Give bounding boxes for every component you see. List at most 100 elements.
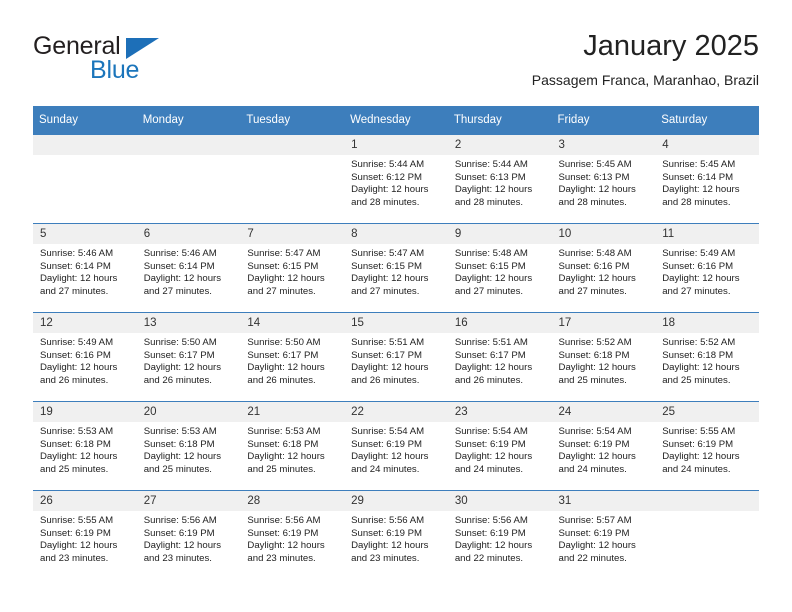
daylight-line-2: and 24 minutes. — [454, 464, 524, 476]
sunset-time: Sunset: 6:19 PM — [454, 438, 526, 450]
page-header: General Blue January 2025 Passagem Franc… — [33, 28, 759, 98]
calendar-day-cell[interactable]: 8 Sunrise: 5:47 AM Sunset: 6:15 PM Daylight… — [344, 223, 448, 313]
daylight-line-1: Daylight: 12 hours — [143, 362, 222, 374]
sunrise-time: Sunrise: 5:46 AM — [40, 248, 114, 259]
calendar-day-cell[interactable]: 4 Sunrise: 5:45 AM Sunset: 6:14 PM Daylight… — [655, 134, 759, 224]
calendar-day-cell[interactable]: 26 Sunrise: 5:55 AM Sunset: 6:19 PM Dayligh… — [33, 490, 137, 579]
day-number: 16 — [447, 313, 552, 333]
sunset-time: Sunset: 6:19 PM — [558, 527, 630, 539]
calendar-day-cell[interactable]: 16 Sunrise: 5:51 AM Sunset: 6:17 PM Dayligh… — [447, 312, 552, 402]
day-details: Sunrise: 5:50 AM Sunset: 6:17 PM Daylight:… — [240, 333, 344, 388]
calendar-day-cell[interactable]: 30 Sunrise: 5:56 AM Sunset: 6:19 PM Dayligh… — [447, 490, 552, 579]
calendar-day-cell[interactable]: 25 Sunrise: 5:55 AM Sunset: 6:19 PM Dayligh… — [655, 401, 759, 491]
sunset-time: Sunset: 6:17 PM — [143, 349, 215, 361]
daylight-line-2: and 23 minutes. — [351, 553, 420, 565]
calendar-page: General Blue January 2025 Passagem Franc… — [0, 0, 792, 612]
sunrise-time: Sunrise: 5:47 AM — [247, 248, 321, 259]
sunset-time: Sunset: 6:16 PM — [662, 260, 734, 272]
page-subtitle: Passagem Franca, Maranhao, Brazil — [531, 72, 759, 88]
sunrise-time: Sunrise: 5:54 AM — [454, 426, 528, 437]
daylight-line-2: and 25 minutes. — [40, 464, 109, 476]
sunrise-time: Sunrise: 5:50 AM — [143, 337, 217, 348]
day-number: 15 — [344, 313, 448, 333]
day-details: Sunrise: 5:51 AM Sunset: 6:17 PM Daylight:… — [448, 333, 552, 388]
daylight-line-1: Daylight: 12 hours — [662, 362, 740, 374]
daylight-line-2: and 27 minutes. — [40, 286, 109, 298]
day-number: 13 — [136, 313, 241, 333]
sunrise-time: Sunrise: 5:55 AM — [662, 426, 736, 437]
weekday-header-sunday: Sunday — [33, 106, 137, 135]
day-details: Sunrise: 5:46 AM Sunset: 6:14 PM Daylight:… — [33, 244, 137, 299]
sunrise-time: Sunrise: 5:53 AM — [247, 426, 321, 437]
sunrise-time: Sunrise: 5:48 AM — [558, 248, 632, 259]
day-details: Sunrise: 5:57 AM Sunset: 6:19 PM Daylight:… — [552, 511, 656, 566]
calendar-day-cell[interactable]: 17 Sunrise: 5:52 AM Sunset: 6:18 PM Dayligh… — [551, 312, 656, 402]
calendar-day-cell[interactable]: 20 Sunrise: 5:53 AM Sunset: 6:18 PM Dayligh… — [136, 401, 241, 491]
day-details: Sunrise: 5:49 AM Sunset: 6:16 PM Daylight:… — [33, 333, 137, 388]
sunset-time: Sunset: 6:19 PM — [40, 527, 111, 539]
calendar-day-cell[interactable]: 14 Sunrise: 5:50 AM Sunset: 6:17 PM Dayligh… — [240, 312, 345, 402]
day-details: Sunrise: 5:53 AM Sunset: 6:18 PM Daylight:… — [33, 422, 137, 477]
sunrise-time: Sunrise: 5:49 AM — [40, 337, 114, 348]
sunrise-time: Sunrise: 5:57 AM — [558, 515, 632, 526]
calendar-day-cell[interactable]: 23 Sunrise: 5:54 AM Sunset: 6:19 PM Dayligh… — [447, 401, 552, 491]
calendar-day-cell[interactable]: 13 Sunrise: 5:50 AM Sunset: 6:17 PM Dayligh… — [136, 312, 241, 402]
day-number: 3 — [551, 135, 656, 155]
daylight-line-1: Daylight: 12 hours — [143, 273, 222, 285]
sunrise-time: Sunrise: 5:44 AM — [454, 159, 528, 170]
sunrise-time: Sunrise: 5:56 AM — [247, 515, 321, 526]
daylight-line-1: Daylight: 12 hours — [351, 540, 429, 552]
calendar-day-cell[interactable]: 31 Sunrise: 5:57 AM Sunset: 6:19 PM Dayligh… — [551, 490, 656, 579]
daylight-line-1: Daylight: 12 hours — [143, 540, 222, 552]
daylight-line-1: Daylight: 12 hours — [247, 362, 325, 374]
day-details: Sunrise: 5:44 AM Sunset: 6:13 PM Daylight:… — [448, 155, 552, 210]
calendar-day-cell[interactable]: 15 Sunrise: 5:51 AM Sunset: 6:17 PM Dayligh… — [344, 312, 448, 402]
day-details: Sunrise: 5:55 AM Sunset: 6:19 PM Daylight:… — [655, 422, 759, 477]
day-details: Sunrise: 5:46 AM Sunset: 6:14 PM Daylight:… — [137, 244, 241, 299]
calendar-day-cell[interactable]: 24 Sunrise: 5:54 AM Sunset: 6:19 PM Dayligh… — [551, 401, 656, 491]
daylight-line-2: and 25 minutes. — [143, 464, 212, 476]
general-blue-logo[interactable]: General Blue — [33, 32, 263, 94]
calendar-day-cell[interactable]: 3 Sunrise: 5:45 AM Sunset: 6:13 PM Daylight… — [551, 134, 656, 224]
calendar-day-cell[interactable]: 5 Sunrise: 5:46 AM Sunset: 6:14 PM Daylight… — [33, 223, 137, 313]
calendar-day-cell-empty — [136, 134, 241, 224]
sunset-time: Sunset: 6:16 PM — [558, 260, 630, 272]
calendar-day-cell[interactable]: 12 Sunrise: 5:49 AM Sunset: 6:16 PM Dayligh… — [33, 312, 137, 402]
weekday-header-row: Sunday Monday Tuesday Wednesday Thursday Frid… — [33, 106, 759, 135]
sunset-time: Sunset: 6:18 PM — [40, 438, 111, 450]
calendar-day-cell[interactable]: 2 Sunrise: 5:44 AM Sunset: 6:13 PM Daylight… — [447, 134, 552, 224]
weekday-header-tuesday: Tuesday — [240, 106, 345, 135]
calendar-day-cell[interactable]: 1 Sunrise: 5:44 AM Sunset: 6:12 PM Daylight… — [344, 134, 448, 224]
calendar-day-cell[interactable]: 19 Sunrise: 5:53 AM Sunset: 6:18 PM Dayligh… — [33, 401, 137, 491]
sunset-time: Sunset: 6:15 PM — [351, 260, 423, 272]
sunrise-time: Sunrise: 5:51 AM — [351, 337, 425, 348]
calendar-day-cell[interactable]: 22 Sunrise: 5:54 AM Sunset: 6:19 PM Dayligh… — [344, 401, 448, 491]
day-number: 30 — [447, 491, 552, 511]
calendar-day-cell[interactable]: 18 Sunrise: 5:52 AM Sunset: 6:18 PM Dayligh… — [655, 312, 759, 402]
calendar-day-cell[interactable]: 6 Sunrise: 5:46 AM Sunset: 6:14 PM Daylight… — [136, 223, 241, 313]
calendar-week-row: 5 Sunrise: 5:46 AM Sunset: 6:14 PM Daylight… — [33, 223, 759, 313]
sunrise-time: Sunrise: 5:56 AM — [454, 515, 528, 526]
day-details: Sunrise: 5:52 AM Sunset: 6:18 PM Daylight:… — [552, 333, 656, 388]
weekday-header-saturday: Saturday — [655, 106, 759, 135]
sunset-time: Sunset: 6:16 PM — [40, 349, 111, 361]
day-number: 12 — [33, 313, 137, 333]
daylight-line-1: Daylight: 12 hours — [247, 451, 325, 463]
daylight-line-2: and 26 minutes. — [454, 375, 524, 387]
calendar-day-cell[interactable]: 21 Sunrise: 5:53 AM Sunset: 6:18 PM Dayligh… — [240, 401, 345, 491]
calendar-day-cell[interactable]: 11 Sunrise: 5:49 AM Sunset: 6:16 PM Dayligh… — [655, 223, 759, 313]
day-details: Sunrise: 5:45 AM Sunset: 6:14 PM Daylight:… — [655, 155, 759, 210]
calendar-day-cell[interactable]: 27 Sunrise: 5:56 AM Sunset: 6:19 PM Dayligh… — [136, 490, 241, 579]
calendar-day-cell[interactable]: 7 Sunrise: 5:47 AM Sunset: 6:15 PM Daylight… — [240, 223, 345, 313]
daylight-line-1: Daylight: 12 hours — [662, 451, 740, 463]
calendar-day-cell[interactable]: 10 Sunrise: 5:48 AM Sunset: 6:16 PM Dayligh… — [551, 223, 656, 313]
calendar-day-cell[interactable]: 9 Sunrise: 5:48 AM Sunset: 6:15 PM Daylight… — [447, 223, 552, 313]
sunset-time: Sunset: 6:15 PM — [247, 260, 319, 272]
day-details: Sunrise: 5:44 AM Sunset: 6:12 PM Daylight:… — [344, 155, 448, 210]
calendar-body: 1 Sunrise: 5:44 AM Sunset: 6:12 PM Daylight… — [33, 134, 759, 579]
calendar-day-cell[interactable]: 28 Sunrise: 5:56 AM Sunset: 6:19 PM Dayligh… — [240, 490, 345, 579]
daylight-line-1: Daylight: 12 hours — [143, 451, 222, 463]
sunset-time: Sunset: 6:19 PM — [351, 527, 423, 539]
calendar-day-cell[interactable]: 29 Sunrise: 5:56 AM Sunset: 6:19 PM Dayligh… — [344, 490, 448, 579]
day-number: 20 — [136, 402, 241, 422]
